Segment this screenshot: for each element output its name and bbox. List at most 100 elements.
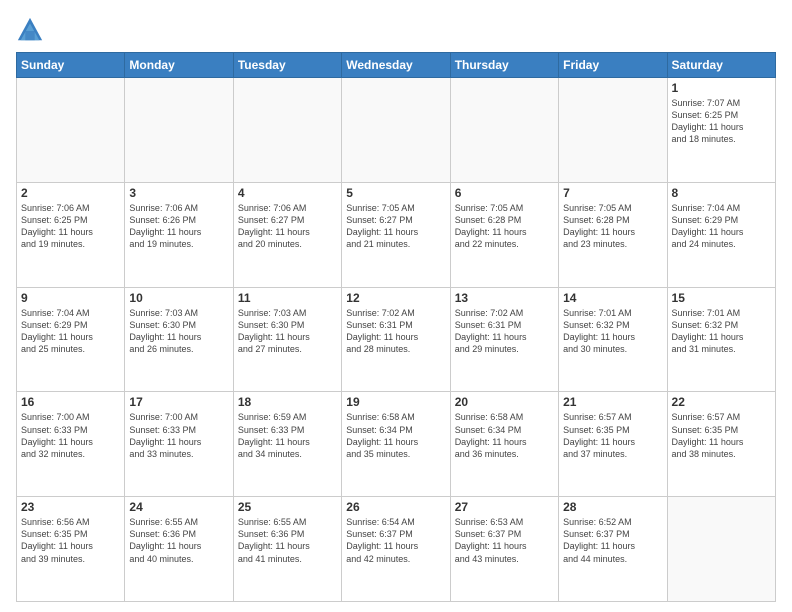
day-number: 18 — [238, 395, 337, 409]
day-cell: 9 Sunrise: 7:04 AM Sunset: 6:29 PM Daylig… — [17, 287, 125, 392]
day-cell — [233, 78, 341, 183]
day-number: 6 — [455, 186, 554, 200]
day-cell: 18 Sunrise: 6:59 AM Sunset: 6:33 PM Dayli… — [233, 392, 341, 497]
day-number: 17 — [129, 395, 228, 409]
day-cell: 23 Sunrise: 6:56 AM Sunset: 6:35 PM Dayli… — [17, 497, 125, 602]
weekday-header-row: SundayMondayTuesdayWednesdayThursdayFrid… — [17, 53, 776, 78]
day-cell — [17, 78, 125, 183]
day-cell: 7 Sunrise: 7:05 AM Sunset: 6:28 PM Daylig… — [559, 182, 667, 287]
day-number: 28 — [563, 500, 662, 514]
day-cell: 24 Sunrise: 6:55 AM Sunset: 6:36 PM Dayli… — [125, 497, 233, 602]
calendar-table: SundayMondayTuesdayWednesdayThursdayFrid… — [16, 52, 776, 602]
day-info: Sunrise: 6:52 AM Sunset: 6:37 PM Dayligh… — [563, 516, 662, 565]
day-number: 21 — [563, 395, 662, 409]
day-info: Sunrise: 7:04 AM Sunset: 6:29 PM Dayligh… — [21, 307, 120, 356]
day-cell: 8 Sunrise: 7:04 AM Sunset: 6:29 PM Daylig… — [667, 182, 775, 287]
day-info: Sunrise: 7:04 AM Sunset: 6:29 PM Dayligh… — [672, 202, 771, 251]
day-info: Sunrise: 7:00 AM Sunset: 6:33 PM Dayligh… — [21, 411, 120, 460]
day-number: 2 — [21, 186, 120, 200]
day-info: Sunrise: 6:55 AM Sunset: 6:36 PM Dayligh… — [238, 516, 337, 565]
day-number: 5 — [346, 186, 445, 200]
header — [16, 16, 776, 44]
day-cell: 13 Sunrise: 7:02 AM Sunset: 6:31 PM Dayli… — [450, 287, 558, 392]
day-info: Sunrise: 7:02 AM Sunset: 6:31 PM Dayligh… — [455, 307, 554, 356]
day-number: 3 — [129, 186, 228, 200]
day-number: 19 — [346, 395, 445, 409]
day-number: 15 — [672, 291, 771, 305]
week-row-2: 9 Sunrise: 7:04 AM Sunset: 6:29 PM Daylig… — [17, 287, 776, 392]
day-number: 27 — [455, 500, 554, 514]
day-number: 9 — [21, 291, 120, 305]
day-info: Sunrise: 7:05 AM Sunset: 6:28 PM Dayligh… — [563, 202, 662, 251]
weekday-thursday: Thursday — [450, 53, 558, 78]
day-number: 20 — [455, 395, 554, 409]
day-cell: 3Sunrise: 7:06 AM Sunset: 6:26 PM Daylig… — [125, 182, 233, 287]
day-cell: 20 Sunrise: 6:58 AM Sunset: 6:34 PM Dayli… — [450, 392, 558, 497]
day-number: 11 — [238, 291, 337, 305]
day-info: Sunrise: 7:02 AM Sunset: 6:31 PM Dayligh… — [346, 307, 445, 356]
day-cell: 28 Sunrise: 6:52 AM Sunset: 6:37 PM Dayli… — [559, 497, 667, 602]
day-cell: 16 Sunrise: 7:00 AM Sunset: 6:33 PM Dayli… — [17, 392, 125, 497]
day-info: Sunrise: 7:07 AM Sunset: 6:25 PM Dayligh… — [672, 97, 771, 146]
day-number: 13 — [455, 291, 554, 305]
day-number: 23 — [21, 500, 120, 514]
day-info: Sunrise: 6:56 AM Sunset: 6:35 PM Dayligh… — [21, 516, 120, 565]
day-number: 22 — [672, 395, 771, 409]
day-cell: 25 Sunrise: 6:55 AM Sunset: 6:36 PM Dayli… — [233, 497, 341, 602]
day-cell: 17 Sunrise: 7:00 AM Sunset: 6:33 PM Dayli… — [125, 392, 233, 497]
day-info: Sunrise: 7:05 AM Sunset: 6:27 PM Dayligh… — [346, 202, 445, 251]
day-info: Sunrise: 7:00 AM Sunset: 6:33 PM Dayligh… — [129, 411, 228, 460]
day-info: Sunrise: 6:57 AM Sunset: 6:35 PM Dayligh… — [563, 411, 662, 460]
day-cell: 27Sunrise: 6:53 AM Sunset: 6:37 PM Dayli… — [450, 497, 558, 602]
day-cell: 2 Sunrise: 7:06 AM Sunset: 6:25 PM Daylig… — [17, 182, 125, 287]
day-number: 1 — [672, 81, 771, 95]
day-info: Sunrise: 7:06 AM Sunset: 6:25 PM Dayligh… — [21, 202, 120, 251]
day-info: Sunrise: 6:59 AM Sunset: 6:33 PM Dayligh… — [238, 411, 337, 460]
day-info: Sunrise: 7:01 AM Sunset: 6:32 PM Dayligh… — [672, 307, 771, 356]
weekday-monday: Monday — [125, 53, 233, 78]
day-number: 14 — [563, 291, 662, 305]
weekday-saturday: Saturday — [667, 53, 775, 78]
day-cell — [559, 78, 667, 183]
day-number: 12 — [346, 291, 445, 305]
page: SundayMondayTuesdayWednesdayThursdayFrid… — [0, 0, 792, 612]
day-number: 8 — [672, 186, 771, 200]
day-cell: 5 Sunrise: 7:05 AM Sunset: 6:27 PM Daylig… — [342, 182, 450, 287]
day-number: 24 — [129, 500, 228, 514]
day-cell — [125, 78, 233, 183]
day-cell: 4Sunrise: 7:06 AM Sunset: 6:27 PM Daylig… — [233, 182, 341, 287]
day-number: 25 — [238, 500, 337, 514]
day-cell — [667, 497, 775, 602]
day-cell: 19 Sunrise: 6:58 AM Sunset: 6:34 PM Dayli… — [342, 392, 450, 497]
day-cell — [450, 78, 558, 183]
day-info: Sunrise: 6:54 AM Sunset: 6:37 PM Dayligh… — [346, 516, 445, 565]
day-info: Sunrise: 6:55 AM Sunset: 6:36 PM Dayligh… — [129, 516, 228, 565]
day-cell: 26 Sunrise: 6:54 AM Sunset: 6:37 PM Dayli… — [342, 497, 450, 602]
logo-icon — [16, 16, 44, 44]
day-number: 7 — [563, 186, 662, 200]
day-cell: 15 Sunrise: 7:01 AM Sunset: 6:32 PM Dayli… — [667, 287, 775, 392]
day-cell: 12 Sunrise: 7:02 AM Sunset: 6:31 PM Dayli… — [342, 287, 450, 392]
day-number: 10 — [129, 291, 228, 305]
logo — [16, 16, 48, 44]
day-info: Sunrise: 6:58 AM Sunset: 6:34 PM Dayligh… — [346, 411, 445, 460]
day-cell: 22 Sunrise: 6:57 AM Sunset: 6:35 PM Dayli… — [667, 392, 775, 497]
weekday-wednesday: Wednesday — [342, 53, 450, 78]
week-row-3: 16 Sunrise: 7:00 AM Sunset: 6:33 PM Dayli… — [17, 392, 776, 497]
day-cell: 14 Sunrise: 7:01 AM Sunset: 6:32 PM Dayli… — [559, 287, 667, 392]
day-cell — [342, 78, 450, 183]
day-info: Sunrise: 7:03 AM Sunset: 6:30 PM Dayligh… — [129, 307, 228, 356]
day-info: Sunrise: 7:01 AM Sunset: 6:32 PM Dayligh… — [563, 307, 662, 356]
day-info: Sunrise: 7:06 AM Sunset: 6:27 PM Dayligh… — [238, 202, 337, 251]
day-number: 16 — [21, 395, 120, 409]
day-info: Sunrise: 6:58 AM Sunset: 6:34 PM Dayligh… — [455, 411, 554, 460]
day-cell: 10 Sunrise: 7:03 AM Sunset: 6:30 PM Dayli… — [125, 287, 233, 392]
week-row-4: 23 Sunrise: 6:56 AM Sunset: 6:35 PM Dayli… — [17, 497, 776, 602]
day-cell: 11Sunrise: 7:03 AM Sunset: 6:30 PM Dayli… — [233, 287, 341, 392]
day-number: 26 — [346, 500, 445, 514]
weekday-friday: Friday — [559, 53, 667, 78]
day-info: Sunrise: 6:57 AM Sunset: 6:35 PM Dayligh… — [672, 411, 771, 460]
weekday-tuesday: Tuesday — [233, 53, 341, 78]
day-info: Sunrise: 7:05 AM Sunset: 6:28 PM Dayligh… — [455, 202, 554, 251]
day-cell: 6 Sunrise: 7:05 AM Sunset: 6:28 PM Daylig… — [450, 182, 558, 287]
